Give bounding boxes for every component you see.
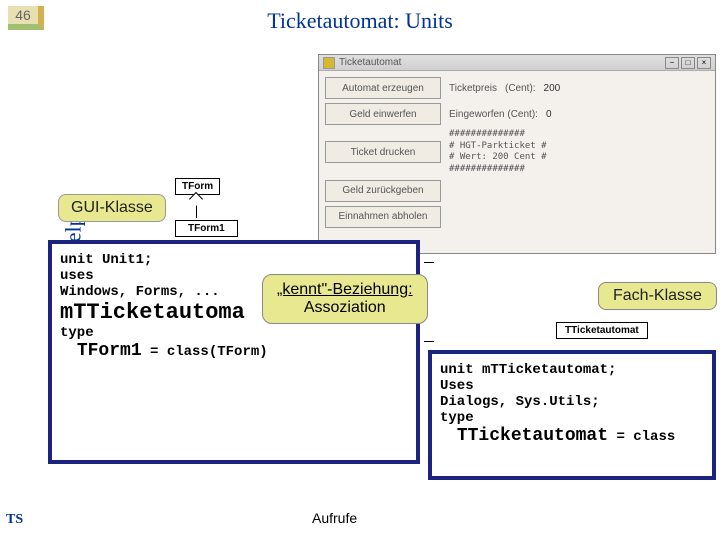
- code2-l4: type: [440, 410, 704, 426]
- preis-value: 200: [544, 83, 561, 94]
- kennt-bubble: „kennt"-Beziehung: Assoziation: [262, 274, 428, 324]
- ticket-l3: # Wert: 200 Cent #: [449, 152, 569, 164]
- app-icon: [323, 57, 335, 69]
- code2-l3: Dialogs, Sys.Utils;: [440, 394, 704, 410]
- code2-eq: = class: [608, 429, 675, 445]
- titlebar: Ticketautomat − □ ×: [319, 55, 715, 71]
- code2-big: TTicketautomat: [457, 426, 608, 446]
- close-button[interactable]: ×: [697, 57, 711, 69]
- code-tform1-line: TForm1 = class(TForm): [60, 341, 408, 361]
- bubble-l1: „kennt"-Beziehung:: [277, 281, 413, 298]
- footer-label: TS: [6, 512, 23, 528]
- preis-label: Ticketpreis: [449, 83, 497, 94]
- code-l1: unit Unit1;: [60, 252, 408, 268]
- tticket-uml: TTicketautomat: [556, 322, 648, 339]
- ticket-l4: ##############: [449, 164, 569, 176]
- slide-number: 46: [8, 6, 44, 30]
- slide-title: Ticketautomat: Units: [267, 8, 453, 34]
- app-window: Ticketautomat − □ × Automat erzeugen Tic…: [318, 54, 716, 254]
- code2-l1: unit mTTicketautomat;: [440, 362, 704, 378]
- maximize-button[interactable]: □: [681, 57, 695, 69]
- einwerfen-button[interactable]: Geld einwerfen: [325, 103, 441, 125]
- window-controls: − □ ×: [665, 57, 711, 69]
- code2-class-line: TTicketautomat = class: [440, 426, 704, 446]
- abholen-button[interactable]: Einnahmen abholen: [325, 206, 441, 228]
- gui-klasse-label: GUI-Klasse: [58, 194, 166, 222]
- app-body: Automat erzeugen Ticketpreis (Cent): 200…: [319, 71, 715, 234]
- code-type: type: [60, 325, 408, 341]
- erzeugen-button[interactable]: Automat erzeugen: [325, 77, 441, 99]
- code-eq: = class(TForm): [142, 344, 268, 360]
- tform1-uml: TForm1: [175, 220, 238, 237]
- eingew-value: 0: [546, 109, 552, 120]
- ticket-display: ############## # HGT-Parkticket # # Wert…: [449, 129, 569, 176]
- aufrufe-label: Aufrufe: [312, 510, 357, 526]
- window-title: Ticketautomat: [339, 57, 665, 68]
- minimize-button[interactable]: −: [665, 57, 679, 69]
- bubble-l2: Assoziation: [304, 299, 386, 316]
- drucken-button[interactable]: Ticket drucken: [325, 141, 441, 163]
- code-mtticket: unit mTTicketautomat; Uses Dialogs, Sys.…: [428, 350, 716, 480]
- ticket-l2: # HGT-Parkticket #: [449, 141, 569, 153]
- eingew-label: Eingeworfen (Cent):: [449, 109, 538, 120]
- tform-uml: TForm: [175, 178, 220, 195]
- ticket-l1: ##############: [449, 129, 569, 141]
- zurueck-button[interactable]: Geld zurückgeben: [325, 180, 441, 202]
- code2-l2: Uses: [440, 378, 704, 394]
- fach-klasse-label: Fach-Klasse: [598, 282, 717, 310]
- cent-label: (Cent):: [505, 83, 536, 94]
- code-tform1: TForm1: [77, 341, 142, 361]
